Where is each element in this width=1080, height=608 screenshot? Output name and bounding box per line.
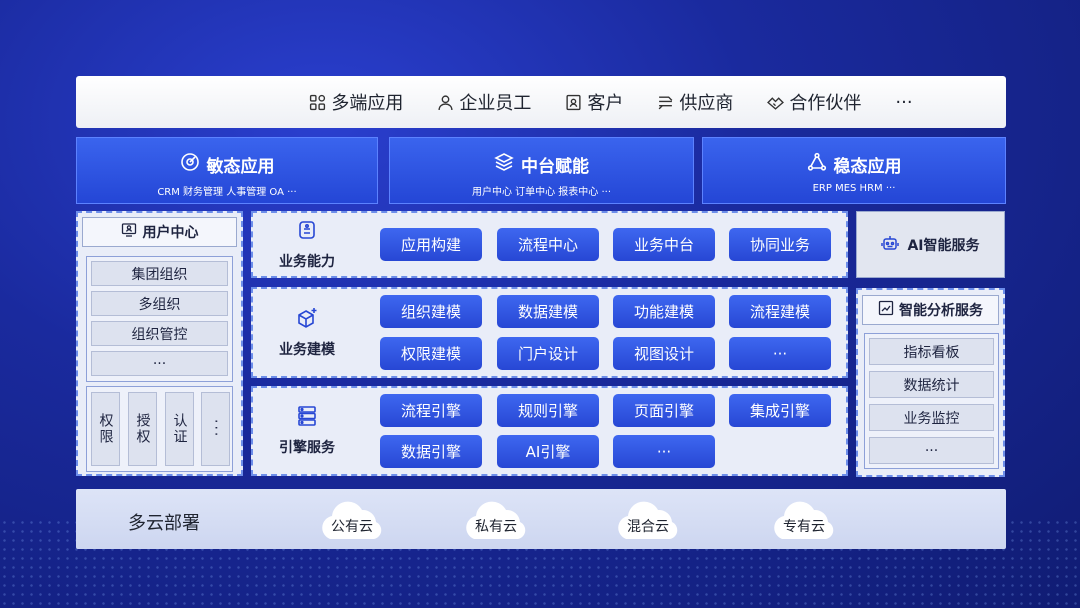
header-title: 中台赋能 bbox=[521, 157, 589, 177]
capability-chip[interactable]: 流程中心 bbox=[497, 228, 599, 261]
audience-partner[interactable]: 合作伙伴 bbox=[767, 89, 861, 115]
audience-supplier[interactable]: 供应商 bbox=[657, 89, 733, 115]
audience-label: 客户 bbox=[587, 93, 624, 114]
engine-chip[interactable]: 流程引擎 bbox=[380, 394, 482, 427]
audience-label: 合作伙伴 bbox=[789, 93, 862, 114]
modeling-chip[interactable]: 功能建模 bbox=[613, 295, 715, 328]
org-group: 集团组织 多组织 组织管控 ··· bbox=[86, 256, 233, 382]
cloud-private[interactable]: 私有云 bbox=[460, 493, 532, 543]
contact-card-icon bbox=[565, 94, 582, 111]
auth-item[interactable]: ··· bbox=[201, 392, 230, 466]
apps-icon bbox=[309, 94, 326, 111]
robot-icon bbox=[881, 234, 900, 256]
auth-group: 权限 授权 认证 ··· bbox=[86, 386, 233, 472]
handshake-icon bbox=[767, 94, 785, 111]
engine-chip[interactable]: 数据引擎 bbox=[380, 435, 482, 468]
row-label: 引擎服务 bbox=[253, 388, 361, 474]
modeling-chip[interactable]: 流程建模 bbox=[729, 295, 831, 328]
cloud-deploy-bar: 多云部署 公有云 私有云 混合云 专有云 bbox=[76, 489, 1006, 549]
cloud-public[interactable]: 公有云 bbox=[316, 493, 388, 543]
modeling-chip[interactable]: ··· bbox=[729, 337, 831, 370]
org-item[interactable]: 组织管控 bbox=[91, 321, 228, 346]
user-center-panel: 用户中心 集团组织 多组织 组织管控 ··· 权限 授权 认证 ··· bbox=[76, 211, 243, 476]
audience-employee[interactable]: 企业员工 bbox=[437, 89, 531, 115]
auth-item[interactable]: 权限 bbox=[91, 392, 120, 466]
cloud-dedicated[interactable]: 专有云 bbox=[768, 493, 840, 543]
cloud-hybrid[interactable]: 混合云 bbox=[612, 493, 684, 543]
capability-chip[interactable]: 业务中台 bbox=[613, 228, 715, 261]
user-icon bbox=[437, 94, 454, 111]
header-stable-apps: 稳态应用 ERP MES HRM ··· bbox=[702, 137, 1006, 204]
modeling-chip[interactable]: 数据建模 bbox=[497, 295, 599, 328]
server-icon bbox=[296, 405, 318, 431]
capability-chip[interactable]: 协同业务 bbox=[729, 228, 831, 261]
auth-item[interactable]: 授权 bbox=[128, 392, 157, 466]
analysis-service-title: 智能分析服务 bbox=[862, 295, 999, 325]
row-label: 业务能力 bbox=[253, 213, 361, 276]
audience-bar: 多端应用 企业员工 客户 供应商 合作伙伴 ··· bbox=[76, 76, 1006, 128]
analysis-item[interactable]: 数据统计 bbox=[869, 371, 994, 398]
analysis-item[interactable]: 业务监控 bbox=[869, 404, 994, 431]
audience-label: 企业员工 bbox=[459, 93, 532, 114]
modeling-chip[interactable]: 组织建模 bbox=[380, 295, 482, 328]
row-business-capability: 业务能力 应用构建 流程中心 业务中台 协同业务 bbox=[251, 211, 848, 278]
header-subtitle: CRM 财务管理 人事管理 OA ··· bbox=[157, 187, 297, 198]
user-center-title: 用户中心 bbox=[82, 217, 237, 247]
header-middle-platform: 中台赋能 用户中心 订单中心 报表中心 ··· bbox=[389, 137, 694, 204]
target-icon bbox=[180, 152, 200, 177]
engine-chip[interactable]: ··· bbox=[613, 435, 715, 468]
supplier-icon bbox=[657, 94, 674, 111]
monitor-user-icon bbox=[121, 222, 137, 242]
ai-service-title: AI智能服务 bbox=[907, 237, 980, 254]
row-label: 业务建模 bbox=[253, 289, 361, 376]
auth-item[interactable]: 认证 bbox=[165, 392, 194, 466]
header-title: 稳态应用 bbox=[833, 157, 902, 177]
engine-chip[interactable]: 页面引擎 bbox=[613, 394, 715, 427]
analysis-group: 指标看板 数据统计 业务监控 ··· bbox=[864, 333, 999, 469]
audience-more[interactable]: ··· bbox=[895, 92, 912, 113]
org-item[interactable]: 多组织 bbox=[91, 291, 228, 316]
engine-chip[interactable]: 集成引擎 bbox=[729, 394, 831, 427]
header-title: 敏态应用 bbox=[206, 157, 275, 177]
header-subtitle: 用户中心 订单中心 报表中心 ··· bbox=[471, 187, 612, 198]
cloud-deploy-label: 多云部署 bbox=[128, 513, 200, 534]
analysis-item[interactable]: 指标看板 bbox=[869, 338, 994, 365]
audience-customer[interactable]: 客户 bbox=[565, 89, 623, 115]
triangle-nodes-icon bbox=[807, 152, 827, 177]
header-agile-apps: 敏态应用 CRM 财务管理 人事管理 OA ··· bbox=[76, 137, 378, 204]
audience-multi-client[interactable]: 多端应用 bbox=[309, 89, 403, 115]
cube-plus-icon bbox=[296, 307, 318, 333]
chart-icon bbox=[878, 300, 894, 320]
audience-label: 供应商 bbox=[679, 93, 734, 114]
modeling-chip[interactable]: 门户设计 bbox=[497, 337, 599, 370]
header-subtitle: ERP MES HRM ··· bbox=[812, 183, 896, 194]
org-item[interactable]: ··· bbox=[91, 351, 228, 376]
capability-chip[interactable]: 应用构建 bbox=[380, 228, 482, 261]
row-engine-service: 引擎服务 流程引擎 规则引擎 页面引擎 集成引擎 数据引擎 AI引擎 ··· bbox=[251, 386, 848, 476]
modeling-chip[interactable]: 视图设计 bbox=[613, 337, 715, 370]
row-business-modeling: 业务建模 组织建模 数据建模 功能建模 流程建模 权限建模 门户设计 视图设计 … bbox=[251, 287, 848, 378]
audience-label: 多端应用 bbox=[331, 93, 404, 114]
service-icon bbox=[296, 219, 318, 245]
modeling-chip[interactable]: 权限建模 bbox=[380, 337, 482, 370]
layers-icon bbox=[494, 152, 514, 177]
ai-service-panel[interactable]: AI智能服务 bbox=[856, 211, 1005, 278]
engine-chip[interactable]: 规则引擎 bbox=[497, 394, 599, 427]
analysis-item[interactable]: ··· bbox=[869, 437, 994, 464]
engine-chip[interactable]: AI引擎 bbox=[497, 435, 599, 468]
analysis-service-panel: 智能分析服务 指标看板 数据统计 业务监控 ··· bbox=[856, 288, 1005, 477]
org-item[interactable]: 集团组织 bbox=[91, 261, 228, 286]
